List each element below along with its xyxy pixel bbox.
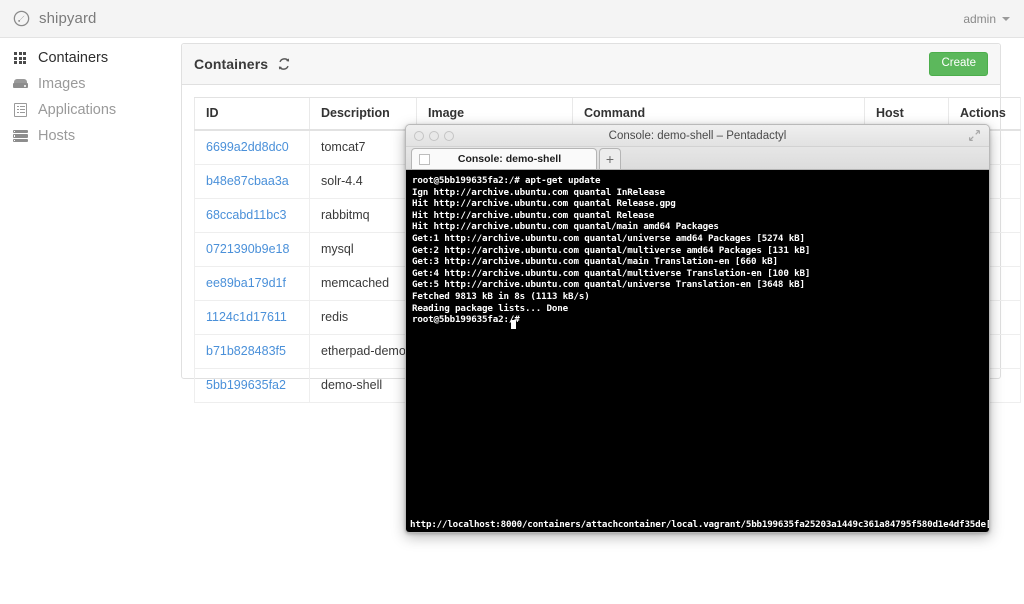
panel-header: Containers Create — [182, 44, 1000, 85]
cell-id: 5bb199635fa2 — [194, 368, 310, 403]
top-navbar: shipyard admin — [0, 0, 1024, 38]
close-icon[interactable] — [414, 130, 424, 141]
cell-description: solr-4.4 — [309, 164, 417, 199]
sidebar-label-hosts: Hosts — [38, 128, 76, 144]
cell-id: 1124c1d17611 — [194, 300, 310, 335]
console-output-area[interactable]: root@5bb199635fa2:/# apt-get update Ign … — [406, 170, 989, 517]
sidebar-item-images[interactable]: Images — [0, 71, 168, 97]
cell-id: 6699a2dd8dc0 — [194, 130, 310, 165]
terminal-cursor — [511, 319, 516, 329]
sidebar-label-containers: Containers — [38, 50, 109, 66]
chevron-down-icon — [1002, 16, 1010, 21]
column-header-id[interactable]: ID — [194, 97, 310, 131]
cell-description: demo-shell — [309, 368, 417, 403]
cell-id: ee89ba179d1f — [194, 266, 310, 301]
tab-console-demo-shell[interactable]: Console: demo-shell — [411, 148, 597, 169]
container-link[interactable]: 1124c1d17611 — [206, 310, 287, 324]
tab-label: Console: demo-shell — [457, 153, 562, 165]
user-menu-label: admin — [963, 11, 996, 26]
harddrive-icon — [12, 76, 28, 92]
expand-icon[interactable] — [968, 129, 981, 142]
cell-description: etherpad-demo — [309, 334, 417, 369]
refresh-icon[interactable] — [277, 57, 291, 71]
container-link[interactable]: ee89ba179d1f — [206, 276, 286, 290]
container-link[interactable]: b48e87cbaa3a — [206, 174, 289, 188]
cell-description: tomcat7 — [309, 130, 417, 165]
server-icon — [12, 128, 28, 144]
container-link[interactable]: 5bb199635fa2 — [206, 378, 286, 392]
sidebar-label-applications: Applications — [38, 102, 117, 118]
grid-icon — [12, 50, 28, 66]
sidebar: Containers Images Applications Hosts — [0, 38, 168, 604]
console-status-bar: http://localhost:8000/containers/attachc… — [406, 517, 989, 532]
cell-id: 0721390b9e18 — [194, 232, 310, 267]
cell-id: 68ccabd11bc3 — [194, 198, 310, 233]
tab-favicon-icon — [419, 153, 430, 165]
console-window-title: Console: demo-shell – Pentadactyl — [608, 129, 787, 142]
sidebar-item-hosts[interactable]: Hosts — [0, 123, 168, 149]
container-link[interactable]: 6699a2dd8dc0 — [206, 140, 289, 154]
create-button[interactable]: Create — [929, 51, 988, 77]
sidebar-item-containers[interactable]: Containers — [0, 45, 168, 71]
brand-label: shipyard — [39, 10, 97, 27]
console-titlebar[interactable]: Console: demo-shell – Pentadactyl — [406, 125, 989, 147]
console-output-text: root@5bb199635fa2:/# apt-get update Ign … — [412, 175, 811, 326]
list-alt-icon — [12, 102, 28, 118]
cell-id: b71b828483f5 — [194, 334, 310, 369]
compass-circle-icon — [13, 10, 30, 27]
container-link[interactable]: 0721390b9e18 — [206, 242, 289, 256]
window-controls[interactable] — [414, 130, 454, 141]
brand[interactable]: shipyard — [13, 10, 97, 27]
cell-description: memcached — [309, 266, 417, 301]
sidebar-label-images: Images — [38, 76, 86, 92]
cell-id: b48e87cbaa3a — [194, 164, 310, 199]
minimize-icon[interactable] — [429, 130, 439, 141]
sidebar-item-applications[interactable]: Applications — [0, 97, 168, 123]
zoom-icon[interactable] — [444, 130, 454, 141]
container-link[interactable]: b71b828483f5 — [206, 344, 286, 358]
column-header-description[interactable]: Description — [309, 97, 417, 131]
console-window[interactable]: Console: demo-shell – Pentadactyl Consol… — [405, 124, 990, 533]
user-menu[interactable]: admin — [963, 12, 1010, 26]
cell-description: redis — [309, 300, 417, 335]
page-title: Containers — [194, 56, 269, 72]
cell-description: mysql — [309, 232, 417, 267]
console-tabbar: Console: demo-shell + — [406, 147, 989, 170]
cell-description: rabbitmq — [309, 198, 417, 233]
new-tab-button[interactable]: + — [599, 148, 621, 169]
container-link[interactable]: 68ccabd11bc3 — [206, 208, 286, 222]
